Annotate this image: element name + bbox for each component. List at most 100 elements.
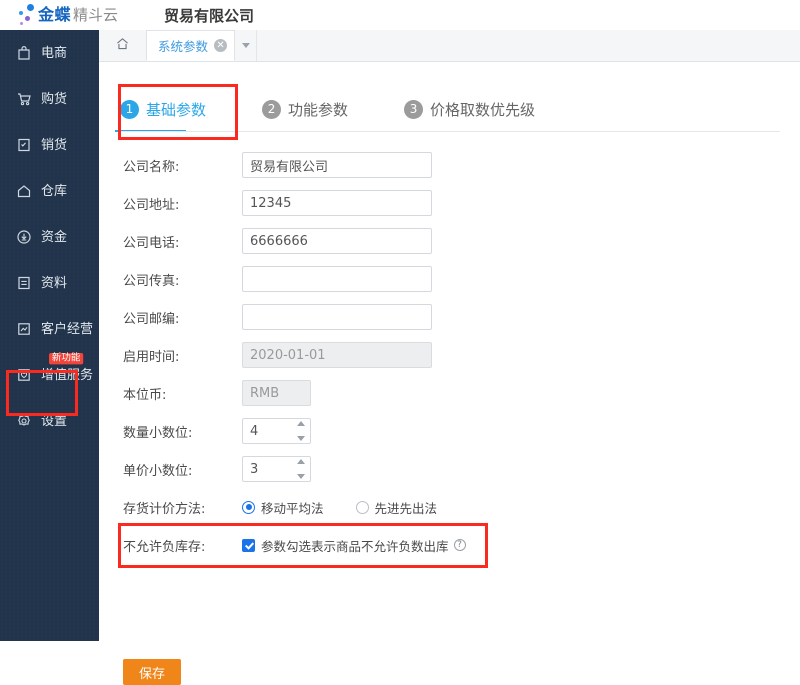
radio-fifo[interactable]: 先进先出法 [355,498,438,517]
home-button[interactable] [99,30,147,61]
form-row-price-decimals: 单价小数位: [99,450,800,488]
sidebar-item-label: 资金 [41,229,68,245]
sidebar-item-cangku[interactable]: 仓库 [0,168,99,214]
company-address-label: 公司地址: [123,197,180,213]
logo-dots-icon [16,3,38,27]
radio-selected-icon [242,500,255,514]
sidebar-item-zijin[interactable]: 资金 [0,214,99,260]
company-phone-label: 公司电话: [123,235,180,251]
form-row-currency: 本位币: [99,374,800,412]
sidebar-item-label: 销货 [41,137,68,153]
document-tab-system-params[interactable]: 系统参数 ✕ [146,30,236,61]
chevron-down-icon [241,43,250,48]
form-row-qty-decimals: 数量小数位: [99,412,800,450]
company-name-input[interactable] [242,152,432,178]
form-row-no-negative-stock: 不允许负库存: 参数勾选表示商品不允许负数出库 ? [99,526,800,564]
company-phone-input[interactable] [242,228,432,254]
tab-list-dropdown-button[interactable] [235,30,258,61]
gear-icon [16,413,32,429]
form-row-company-address: 公司地址: [99,184,800,222]
logo-sub-text: 精斗云 [73,5,119,24]
qty-decimals-spin-buttons[interactable] [297,421,306,441]
company-name-label: 公司名称: [123,159,180,175]
start-date-label: 启用时间: [123,349,180,365]
top-header: 金蝶 精斗云 贸易有限公司 [0,0,800,30]
radio-unselected-icon [355,500,369,514]
sidebar-item-dianshang[interactable]: 电商 [0,30,99,76]
checkbox-checked-icon[interactable] [242,538,255,552]
save-button[interactable]: 保存 [123,659,181,685]
spinner-up-icon[interactable] [297,421,305,426]
basic-params-form: 公司名称: 公司地址: 公司电话: 公司传真: 公司邮编: 启用时间: [99,146,800,685]
form-row-company-name: 公司名称: [99,146,800,184]
radio-label: 移动平均法 [261,500,324,516]
price-decimals-spin-buttons[interactable] [297,459,306,479]
company-fax-input[interactable] [242,266,432,292]
sidebar-item-label: 客户经营 [41,321,94,337]
form-row-company-fax: 公司传真: [99,260,800,298]
close-icon[interactable]: ✕ [214,39,228,52]
company-zip-input[interactable] [242,304,432,330]
form-row-valuation-method: 存货计价方法: 移动平均法 先进先出法 [99,488,800,526]
sidebar-item-label: 仓库 [41,183,68,199]
price-decimals-stepper[interactable] [242,456,311,482]
document-icon [16,275,32,291]
price-decimals-label: 单价小数位: [123,463,193,479]
sidebar: 电商 购货 销货 仓库 资金 资料 客户经营 新功能 增值服务 设置 [0,30,99,641]
tab-function-params[interactable]: 2 功能参数 [262,86,348,132]
sidebar-item-label: 增值服务 [41,367,94,383]
tab-label: 基础参数 [146,100,207,119]
heart-box-icon [16,367,32,383]
page-title: 贸易有限公司 [164,6,255,25]
spinner-down-icon[interactable] [297,474,305,479]
no-negative-stock-label: 不允许负库存: [123,539,206,555]
tab-price-priority[interactable]: 3 价格取数优先级 [404,86,535,132]
qty-decimals-stepper[interactable] [242,418,311,444]
company-zip-label: 公司邮编: [123,311,180,327]
new-feature-badge: 新功能 [49,353,84,365]
application-window: 金蝶 精斗云 贸易有限公司 电商 购货 销货 仓库 资金 资料 客户经营 新功能… [0,0,800,685]
tab-number: 2 [262,99,282,119]
sidebar-item-kehujingying[interactable]: 客户经营 [0,306,99,352]
tab-basic-params[interactable]: 1 基础参数 [114,86,207,132]
home-icon [115,36,130,55]
logo-main-text: 金蝶 [38,5,72,24]
checkbox-label: 参数勾选表示商品不允许负数出库 [261,538,449,554]
document-tab-label: 系统参数 [158,39,209,54]
parameter-tabs: 1 基础参数 2 功能参数 3 价格取数优先级 [114,86,780,141]
tab-number: 1 [120,99,139,119]
tab-label: 功能参数 [288,100,349,119]
tab-number: 3 [404,99,424,119]
sidebar-item-shezhi[interactable]: 设置 [0,398,99,444]
sidebar-item-label: 资料 [41,275,68,291]
company-address-input[interactable] [242,190,432,216]
radio-moving-average[interactable]: 移动平均法 [242,498,324,517]
company-fax-label: 公司传真: [123,273,180,289]
spinner-up-icon[interactable] [297,459,305,464]
invoice-icon [16,137,32,153]
chart-icon [16,321,32,337]
spinner-down-icon[interactable] [297,436,305,441]
coin-icon [16,229,32,245]
sidebar-item-ziliao[interactable]: 资料 [0,260,99,306]
form-row-company-phone: 公司电话: [99,222,800,260]
valuation-method-label: 存货计价方法: [123,501,206,517]
document-tab-strip: 系统参数 ✕ [99,30,800,62]
brand-logo[interactable]: 金蝶 精斗云 [16,0,118,30]
radio-label: 先进先出法 [374,500,438,516]
sidebar-item-label: 购货 [41,91,68,107]
no-negative-stock-checkbox-group[interactable]: 参数勾选表示商品不允许负数出库 ? [242,536,466,555]
sidebar-item-gouhuo[interactable]: 购货 [0,76,99,122]
currency-input [242,380,311,406]
help-icon[interactable]: ? [453,539,466,551]
sidebar-item-label: 电商 [41,45,68,61]
valuation-method-radio-group: 移动平均法 先进先出法 [242,498,469,517]
form-row-company-zip: 公司邮编: [99,298,800,336]
sidebar-item-zengzhifuwu[interactable]: 新功能 增值服务 [0,352,99,398]
sidebar-item-xiaohuo[interactable]: 销货 [0,122,99,168]
bag-icon [16,45,32,61]
tab-label: 价格取数优先级 [430,100,536,119]
tabs-divider [120,131,780,132]
qty-decimals-label: 数量小数位: [123,425,193,441]
sidebar-item-label: 设置 [41,413,68,429]
